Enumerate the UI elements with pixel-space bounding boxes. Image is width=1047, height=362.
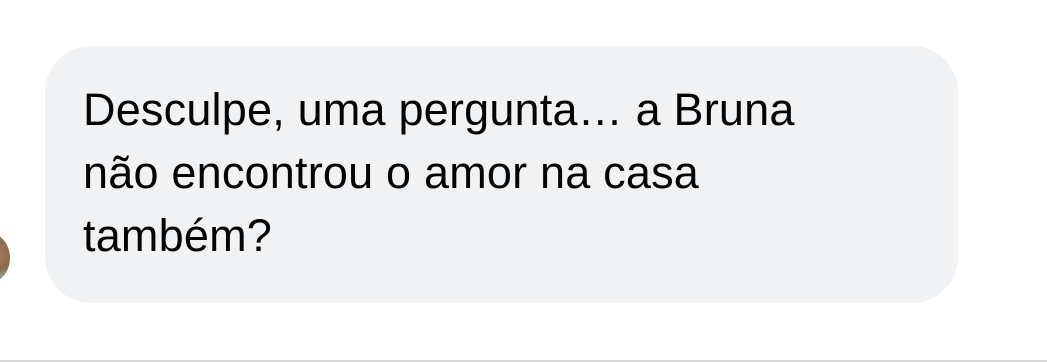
message-bubble[interactable]: Desculpe, uma pergunta… a Bruna não enco… <box>45 46 958 303</box>
message-text: Desculpe, uma pergunta… a Bruna não enco… <box>83 84 795 261</box>
avatar[interactable] <box>0 232 10 284</box>
